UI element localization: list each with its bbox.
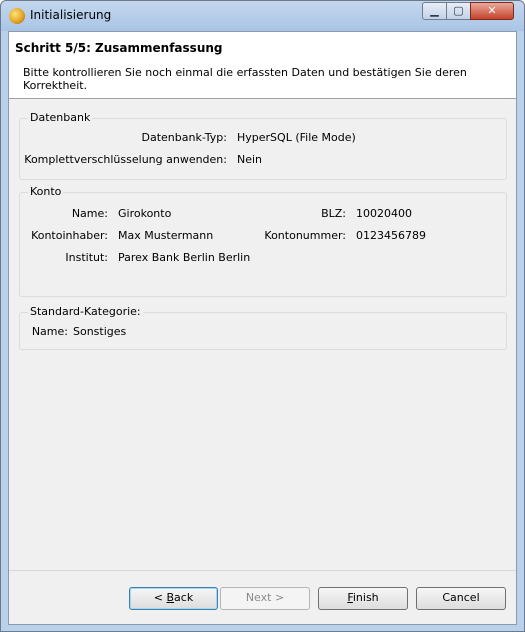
window-title: Initialisierung xyxy=(30,8,112,22)
blz-value: 10020400 xyxy=(356,207,412,220)
kontoinhaber-label: Kontoinhaber: xyxy=(31,229,108,242)
maximize-button[interactable]: ▢ xyxy=(446,2,471,20)
cancel-button[interactable]: Cancel xyxy=(416,587,506,610)
kontonummer-label: Kontonummer: xyxy=(264,229,346,242)
close-button[interactable]: ✕ xyxy=(470,2,514,20)
datenbank-group: Datenbank Datenbank-Typ: HyperSQL (File … xyxy=(19,111,507,180)
back-button[interactable]: < Back xyxy=(129,587,218,610)
page-title: Schritt 5/5: Zusammenfassung xyxy=(15,41,223,55)
blz-label: BLZ: xyxy=(321,207,346,220)
kontoinhaber-value: Max Mustermann xyxy=(118,229,214,242)
kategorie-legend: Standard-Kategorie: xyxy=(28,305,143,318)
kontonummer-value: 0123456789 xyxy=(356,229,426,242)
close-icon: ✕ xyxy=(487,4,497,17)
verschluesselung-value: Nein xyxy=(237,153,263,166)
konto-legend: Konto xyxy=(28,185,64,198)
kategorie-name-value: Sonstiges xyxy=(73,325,127,338)
back-rest: ack xyxy=(174,591,194,604)
cancel-label: Cancel xyxy=(442,591,480,604)
minimize-icon: ▁ xyxy=(430,4,439,17)
title-bar[interactable]: Initialisierung ▁ ▢ ✕ xyxy=(1,1,524,31)
finish-rest: inish xyxy=(352,591,379,604)
minimize-button[interactable]: ▁ xyxy=(422,2,447,20)
wizard-window: Initialisierung ▁ ▢ ✕ Schritt 5/5: Zusam… xyxy=(0,0,525,632)
datenbank-typ-label: Datenbank-Typ: xyxy=(141,131,228,144)
wizard-header: Schritt 5/5: Zusammenfassung Bitte kontr… xyxy=(9,32,516,99)
maximize-icon: ▢ xyxy=(453,4,464,17)
button-bar-separator xyxy=(9,570,516,571)
konto-group: Konto Name: Girokonto BLZ: 10020400 Kont… xyxy=(19,185,507,297)
institut-label: Institut: xyxy=(65,251,108,264)
verschluesselung-label: Komplettverschlüsselung anwenden: xyxy=(24,153,227,166)
next-button[interactable]: Next > xyxy=(220,587,310,610)
konto-name-value: Girokonto xyxy=(118,207,172,220)
page-description: Bitte kontrollieren Sie noch einmal die … xyxy=(23,66,467,92)
next-label: Next > xyxy=(245,591,285,604)
datenbank-legend: Datenbank xyxy=(28,111,93,124)
datenbank-typ-value: HyperSQL (File Mode) xyxy=(237,131,356,144)
finish-button[interactable]: Finish xyxy=(318,587,408,610)
back-mnemonic: B xyxy=(166,591,175,604)
konto-name-label: Name: xyxy=(71,207,108,220)
app-icon xyxy=(9,8,25,24)
kategorie-name-label: Name: xyxy=(31,325,68,338)
back-prefix: < xyxy=(153,591,167,604)
institut-value: Parex Bank Berlin Berlin xyxy=(118,251,251,264)
wizard-content: Schritt 5/5: Zusammenfassung Bitte kontr… xyxy=(8,31,517,625)
kategorie-group: Standard-Kategorie: Name: Sonstiges xyxy=(19,305,507,350)
